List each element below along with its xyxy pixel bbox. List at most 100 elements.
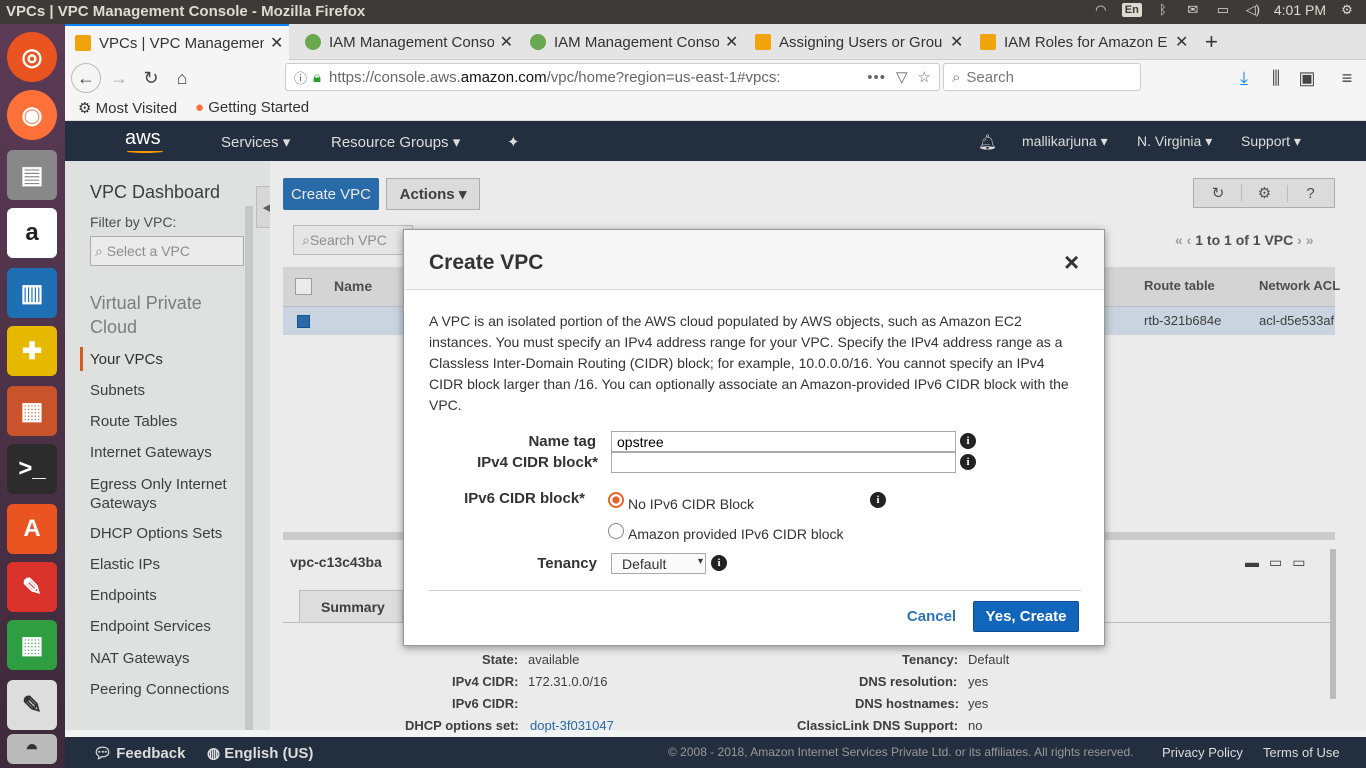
aws-logo[interactable]: aws (125, 127, 163, 153)
library-icon[interactable]: ⫼ (1262, 65, 1290, 91)
lock-icon: 🔒︎ (313, 68, 321, 86)
keyboard-indicator[interactable]: En (1121, 3, 1142, 17)
name-tag-label: Name tag (528, 433, 596, 450)
mail-icon[interactable]: ✉ (1184, 2, 1202, 18)
copyright: © 2008 - 2018, Amazon Internet Services … (668, 745, 1134, 759)
ipv4-cidr-input[interactable] (611, 452, 956, 473)
info-icon[interactable]: ⓘ (294, 68, 307, 87)
ipv6-cidr-label: IPv6 CIDR block* (464, 490, 585, 507)
back-button[interactable]: ← (71, 63, 101, 93)
globe-icon: ◍ (207, 745, 221, 762)
name-tag-input[interactable] (611, 431, 956, 452)
tab-iam-roles[interactable]: IAM Roles for Amazon E ✕ (970, 24, 1192, 60)
support-menu[interactable]: Support ▾ (1241, 133, 1301, 150)
ipv4-cidr-label: IPv4 CIDR block* (477, 454, 598, 471)
privacy-link[interactable]: Privacy Policy (1162, 745, 1243, 760)
close-icon[interactable]: ✕ (950, 32, 963, 52)
bookmarks-bar: ⚙ Most Visited ● Getting Started (65, 96, 1366, 121)
radio-no-ipv6[interactable] (608, 492, 624, 508)
url-domain: amazon.com (460, 68, 547, 86)
home-button[interactable]: ⌂ (168, 65, 196, 91)
calc-icon[interactable]: ▦ (7, 620, 57, 670)
close-icon[interactable]: × (1064, 247, 1079, 278)
settings-icon[interactable]: ✎ (7, 562, 57, 612)
close-icon[interactable]: ✕ (1175, 32, 1188, 52)
dialog-divider (429, 590, 1081, 591)
radio-no-ipv6-label[interactable]: No IPv6 CIDR Block (628, 496, 754, 512)
ubuntu-dash-icon[interactable]: ◎ (7, 32, 57, 82)
info-icon[interactable]: i (960, 454, 976, 470)
region-menu[interactable]: N. Virginia ▾ (1137, 133, 1212, 150)
firefox-icon[interactable]: ◉ (7, 90, 57, 140)
feedback-link[interactable]: 💬︎ Feedback (93, 744, 185, 762)
reload-button[interactable]: ↻ (137, 65, 165, 91)
url-bar[interactable]: ⓘ 🔒︎ https://console.aws. amazon.com/vpc/… (285, 63, 940, 91)
close-icon[interactable]: ✕ (270, 33, 283, 53)
user-menu[interactable]: mallikarjuna ▾ (1022, 133, 1108, 150)
services-menu[interactable]: Services ▾ (221, 133, 290, 151)
system-tray: ◠ En ᛒ ✉ ▭ ◁) 4:01 PM ⚙ (1092, 2, 1356, 18)
aws-header: aws Services ▾ Resource Groups ▾ ✦ 🔔︎ ma… (65, 121, 1366, 161)
terminal-icon[interactable]: >_ (7, 444, 57, 494)
sidebar-icon[interactable]: ▣ (1293, 65, 1321, 91)
tenancy-label: Tenancy (537, 555, 597, 572)
bluetooth-icon[interactable]: ᛒ (1154, 2, 1172, 18)
info-icon[interactable]: i (711, 555, 727, 571)
radio-amazon-ipv6-label[interactable]: Amazon provided IPv6 CIDR block (628, 526, 844, 542)
tab-iam-1[interactable]: IAM Management Conso ✕ (295, 24, 513, 60)
tenancy-select[interactable]: Default ▾ (611, 553, 706, 574)
bell-icon[interactable]: 🔔︎ (978, 133, 997, 151)
language-select[interactable]: ◍ English (US) (207, 744, 313, 762)
clock[interactable]: 4:01 PM (1274, 2, 1326, 18)
bookmark-getting-started[interactable]: ● Getting Started (195, 99, 309, 116)
window-title: VPCs | VPC Management Console - Mozilla … (6, 3, 366, 20)
aws-tab-icon (980, 34, 996, 50)
aws-tab-icon (755, 34, 771, 50)
aws-footer: 💬︎ Feedback ◍ English (US) © 2008 - 2018… (65, 737, 1366, 768)
radio-amazon-ipv6[interactable] (608, 523, 624, 539)
terms-link[interactable]: Terms of Use (1263, 745, 1340, 760)
impress-icon[interactable]: ▦ (7, 386, 57, 436)
launcher: ◎ ◉ ▤ a ▥ ✚ ▦ >_ A ✎ ▦ ✎ ◓ (0, 24, 65, 768)
battery-icon[interactable]: ▭ (1214, 2, 1232, 18)
page-actions-icon[interactable]: ••• (867, 69, 886, 86)
key-icon (530, 34, 546, 50)
software-center-icon[interactable]: A (7, 504, 57, 554)
new-tab-button[interactable]: + (1195, 24, 1225, 60)
info-icon[interactable]: i (960, 433, 976, 449)
url-suffix: /vpc/home?region=us-east-1#vpcs: (546, 68, 781, 86)
cancel-button[interactable]: Cancel (904, 601, 959, 631)
power-gear-icon[interactable]: ⚙ (1338, 2, 1356, 18)
files-icon[interactable]: ▤ (7, 150, 57, 200)
wifi-icon[interactable]: ◠ (1092, 2, 1110, 18)
tab-vpcs[interactable]: VPCs | VPC Managemen ✕ (65, 24, 289, 60)
resource-groups-menu[interactable]: Resource Groups ▾ (331, 133, 460, 151)
download-icon[interactable]: ⤓ (1230, 65, 1258, 91)
forward-button[interactable]: → (105, 65, 133, 91)
volume-icon[interactable]: ◁) (1244, 2, 1262, 18)
dialog-header: Create VPC × (404, 230, 1104, 290)
yes-create-button[interactable]: Yes, Create (973, 601, 1079, 632)
url-prefix: https://console.aws. (329, 68, 461, 86)
pin-icon[interactable]: ✦ (507, 133, 520, 151)
tab-strip: VPCs | VPC Managemen ✕ IAM Management Co… (65, 24, 1366, 60)
close-icon[interactable]: ✕ (725, 32, 738, 52)
dialog-description: A VPC is an isolated portion of the AWS … (429, 313, 1069, 413)
system-top-bar: VPCs | VPC Management Console - Mozilla … (0, 0, 1366, 24)
menu-icon[interactable]: ≡ (1333, 65, 1361, 91)
search-input[interactable]: ⌕ Search (943, 63, 1141, 91)
key-icon (305, 34, 321, 50)
close-icon[interactable]: ✕ (500, 32, 513, 52)
tab-iam-2[interactable]: IAM Management Conso ✕ (520, 24, 740, 60)
puzzle-app-icon[interactable]: ✚ (7, 326, 57, 376)
nav-toolbar: ← → ↻ ⌂ ⓘ 🔒︎ https://console.aws. amazon.… (65, 60, 1366, 96)
writer-icon[interactable]: ▥ (7, 268, 57, 318)
info-icon[interactable]: i (870, 492, 886, 508)
amazon-icon[interactable]: a (7, 208, 57, 258)
pocket-icon[interactable]: ▽ (896, 68, 908, 86)
tab-assigning-users[interactable]: Assigning Users or Grou ✕ (745, 24, 967, 60)
text-editor-icon[interactable]: ✎ (7, 680, 57, 730)
bookmark-star-icon[interactable]: ☆ (918, 68, 931, 86)
bookmark-most-visited[interactable]: ⚙ Most Visited (78, 99, 177, 117)
disk-icon[interactable]: ◓ (7, 734, 57, 764)
